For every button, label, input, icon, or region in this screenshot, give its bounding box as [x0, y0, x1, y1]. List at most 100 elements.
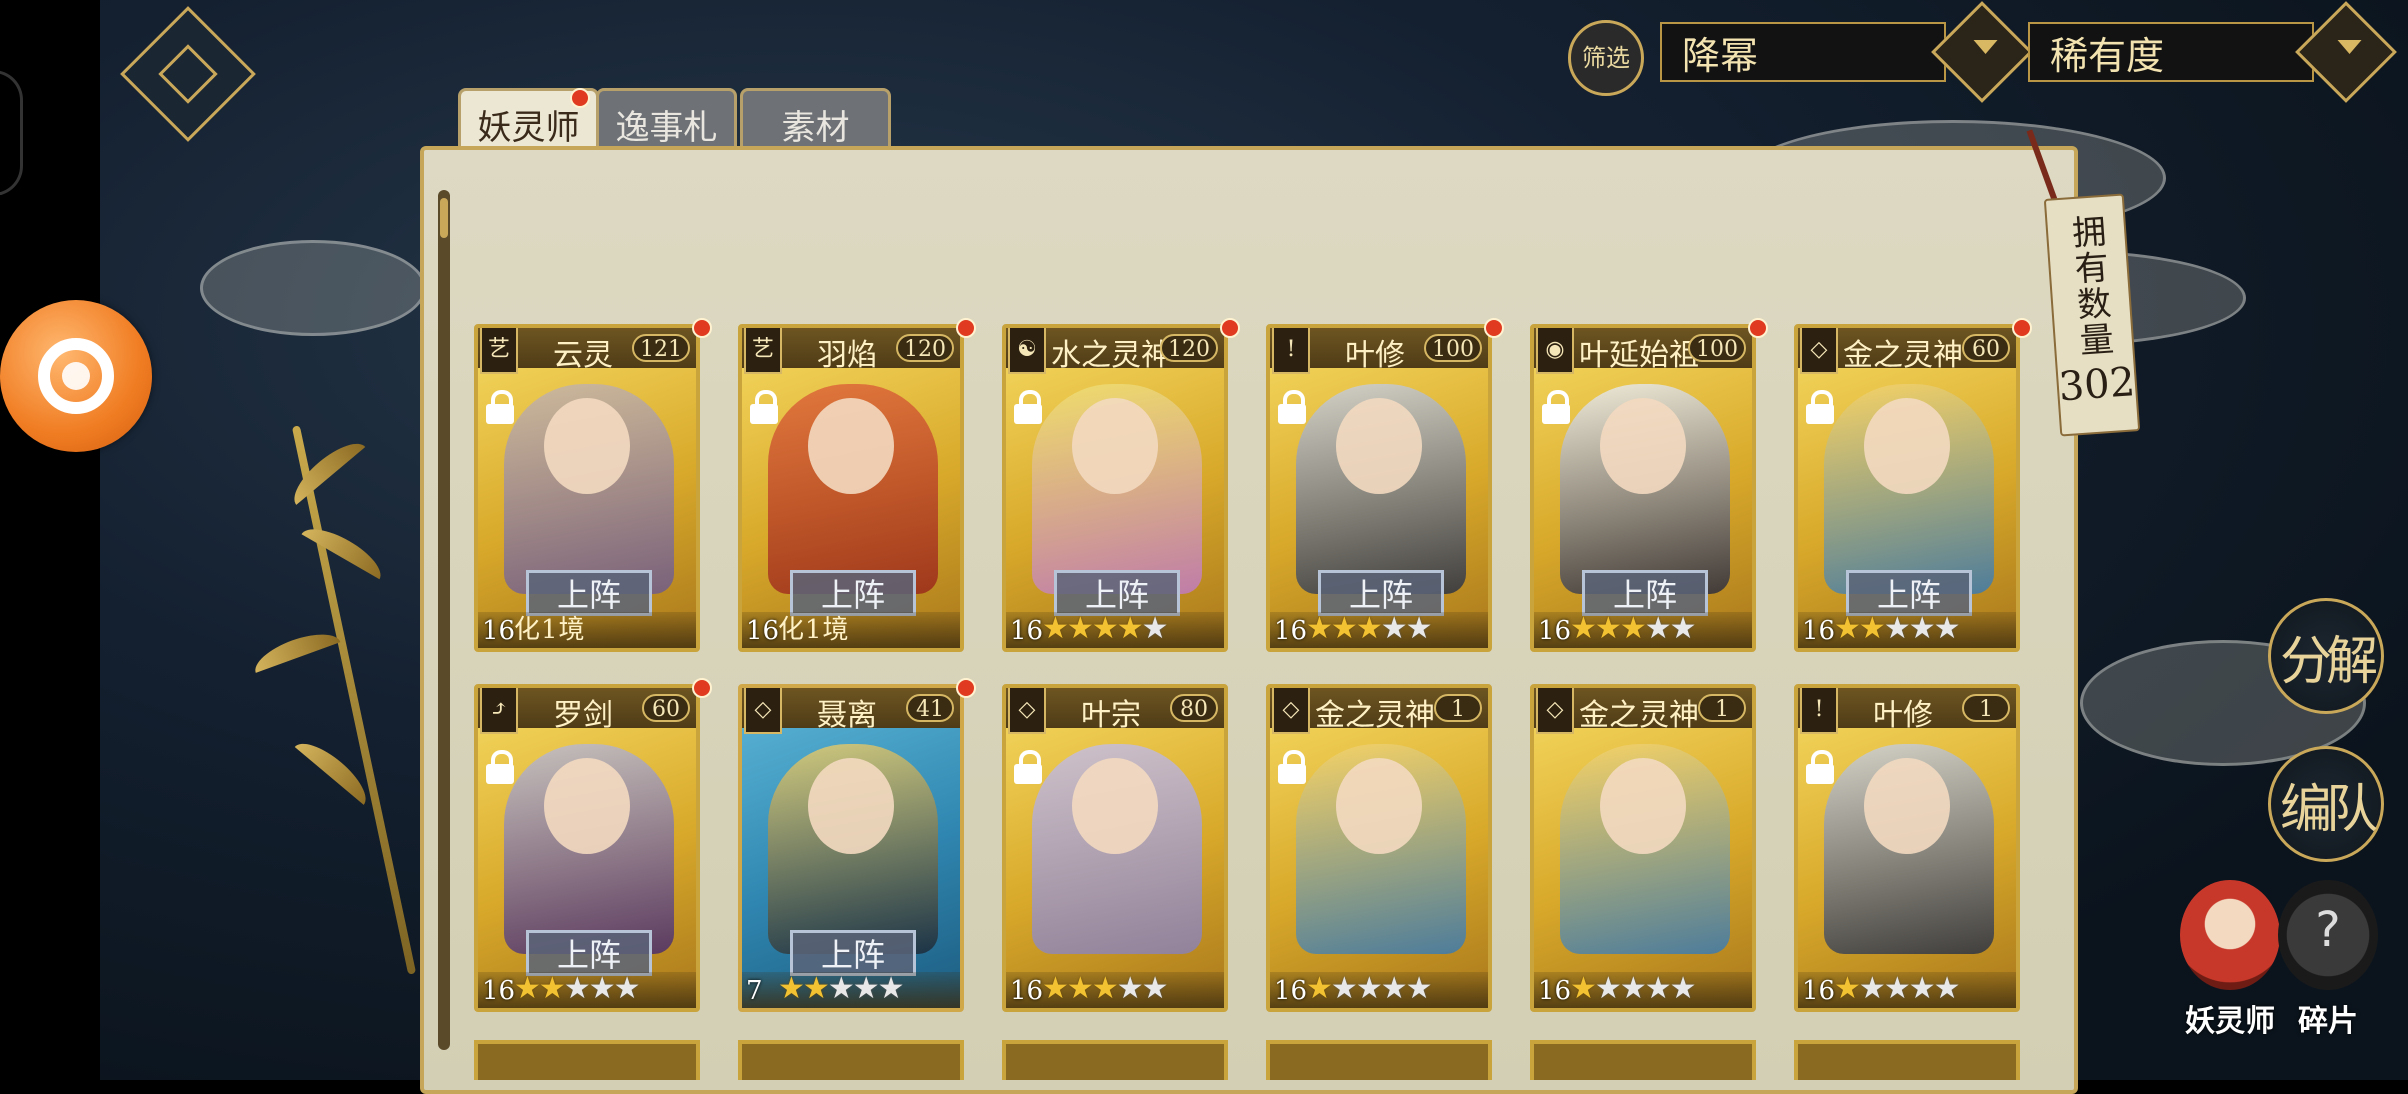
star-icon: ★: [1594, 611, 1622, 646]
character-card[interactable]: ◇ 金之灵神 60 上阵 16 ★★★★★: [1794, 324, 2020, 652]
character-card[interactable]: ◉ 叶延始祖 100 上阵 16 ★★★★★: [1530, 324, 1756, 652]
character-card[interactable]: ! 叶修 1 16 ★★★★★: [1794, 684, 2020, 1012]
sort-by-value: 稀有度: [2050, 33, 2165, 78]
deploy-button[interactable]: 上阵: [1054, 570, 1180, 616]
star-rating: ★★★★★: [1042, 614, 1169, 644]
lock-icon[interactable]: [484, 390, 516, 426]
character-level-badge: 100: [1424, 334, 1482, 362]
lock-icon[interactable]: [1804, 750, 1836, 786]
character-card[interactable]: ! 叶修 100 上阵 16 ★★★★★: [1266, 324, 1492, 652]
character-card[interactable]: ◇ 叶宗 80 16 ★★★★★: [1002, 684, 1228, 1012]
card-notification-dot: [1484, 318, 1504, 338]
character-name: 金之灵神: [1579, 698, 1699, 733]
panel-scrollbar-track[interactable]: [438, 190, 450, 1050]
tab-label: 妖灵师: [477, 107, 580, 148]
card-count: 16: [1802, 616, 1836, 646]
character-face: [808, 758, 894, 854]
star-icon: ★: [1355, 611, 1383, 646]
star-icon: ★: [1091, 971, 1119, 1006]
character-card[interactable]: ⤴ 罗剑 60 上阵 16 ★★★★★: [474, 684, 700, 1012]
class-emblem-icon: ◇: [1800, 328, 1838, 374]
owned-count-tag: 拥有数量 302: [2043, 193, 2141, 437]
star-icon: ★: [588, 971, 616, 1006]
character-card[interactable]: ◇ 聂离 41 上阵 7 ★★★★★: [738, 684, 964, 1012]
card-count: 16: [1010, 616, 1044, 646]
deploy-button[interactable]: 上阵: [1318, 570, 1444, 616]
star-icon: ★: [1570, 971, 1597, 1006]
character-card[interactable]: ◇ 金之灵神 1 16 ★★★★★: [1266, 684, 1492, 1012]
card-count: 16: [1274, 616, 1308, 646]
card-notification-dot: [956, 318, 976, 338]
star-icon: ★: [1355, 971, 1383, 1006]
star-icon: ★: [1908, 971, 1936, 1006]
lock-icon[interactable]: [1012, 750, 1044, 786]
decompose-button[interactable]: 分解: [2268, 598, 2384, 714]
card-peek[interactable]: [1002, 1040, 1228, 1080]
screen-notch: [0, 70, 23, 196]
floating-assistive-button[interactable]: [0, 300, 152, 452]
star-rating: ★★★★★: [1834, 971, 1961, 1006]
lock-icon[interactable]: [1540, 390, 1572, 426]
lock-icon[interactable]: [484, 750, 516, 786]
deploy-button[interactable]: 上阵: [1846, 570, 1972, 616]
character-card[interactable]: ◇ 金之灵神 1 16 ★★★★★: [1530, 684, 1756, 1012]
awaken-label: 化1境: [778, 615, 850, 645]
decompose-label: 分解: [2279, 631, 2378, 692]
lock-icon[interactable]: [1012, 390, 1044, 426]
lock-icon[interactable]: [1276, 390, 1308, 426]
character-avatar: [2180, 880, 2280, 990]
bottom-tab-fragments[interactable]: ? 碎片: [2268, 880, 2388, 1040]
chevron-down-icon: [1973, 40, 1998, 55]
deploy-button[interactable]: 上阵: [526, 930, 652, 976]
character-level-badge: 60: [1962, 334, 2010, 362]
deploy-button[interactable]: 上阵: [790, 930, 916, 976]
star-icon: ★: [1858, 611, 1886, 646]
character-face: [1336, 398, 1422, 494]
card-peek[interactable]: [738, 1040, 964, 1080]
character-card[interactable]: 艺云灵 121 上阵 16 化1境: [474, 324, 700, 652]
card-peek[interactable]: [1266, 1040, 1492, 1080]
character-face: [1864, 758, 1950, 854]
character-level-badge: 1: [1434, 694, 1482, 722]
star-icon: ★: [1116, 971, 1144, 1006]
card-peek[interactable]: [1794, 1040, 2020, 1080]
awaken-label: 化1境: [514, 615, 586, 645]
panel-scrollbar-thumb[interactable]: [440, 198, 448, 238]
character-name: 水之灵神: [1051, 338, 1171, 373]
star-icon: ★: [1883, 611, 1911, 646]
lock-icon[interactable]: [1804, 390, 1836, 426]
star-icon: ★: [1858, 971, 1886, 1006]
sort-by-select[interactable]: 稀有度: [2028, 22, 2314, 82]
formation-button[interactable]: 编队: [2268, 746, 2384, 862]
sort-order-select[interactable]: 降幂: [1660, 22, 1946, 82]
lock-icon[interactable]: [748, 390, 780, 426]
card-count: 7: [746, 976, 763, 1006]
star-rating: ★★★★★: [1570, 971, 1697, 1006]
filter-badge[interactable]: 筛选: [1568, 20, 1644, 96]
character-name: 罗剑: [553, 698, 613, 733]
card-peek[interactable]: [1530, 1040, 1756, 1080]
star-icon: ★: [1619, 611, 1647, 646]
star-icon: ★: [1405, 611, 1433, 646]
class-emblem-icon: ◇: [1272, 688, 1310, 734]
lock-icon[interactable]: [1276, 750, 1308, 786]
star-icon: ★: [1380, 611, 1408, 646]
deploy-button[interactable]: 上阵: [1582, 570, 1708, 616]
card-notification-dot: [1220, 318, 1240, 338]
card-peek[interactable]: [474, 1040, 700, 1080]
character-face: [1864, 398, 1950, 494]
character-card[interactable]: ☯ 水之灵神 120 上阵 16 ★★★★★: [1002, 324, 1228, 652]
character-card[interactable]: 艺羽焰 120 上阵 16 化1境: [738, 324, 964, 652]
class-emblem-icon: ☯: [1008, 328, 1046, 374]
character-level-badge: 1: [1698, 694, 1746, 722]
star-rating: ★★★★★: [1570, 611, 1697, 646]
star-icon: ★: [1141, 971, 1169, 1006]
character-face: [808, 398, 894, 494]
star-icon: ★: [1883, 971, 1911, 1006]
character-name: 羽焰: [817, 338, 877, 373]
tab-label: 逸事札: [615, 107, 718, 148]
bottom-tab-label: 碎片: [2298, 1004, 2358, 1039]
character-face: [1336, 758, 1422, 854]
character-name: 云灵: [553, 338, 613, 373]
card-count: 16: [1538, 976, 1572, 1006]
